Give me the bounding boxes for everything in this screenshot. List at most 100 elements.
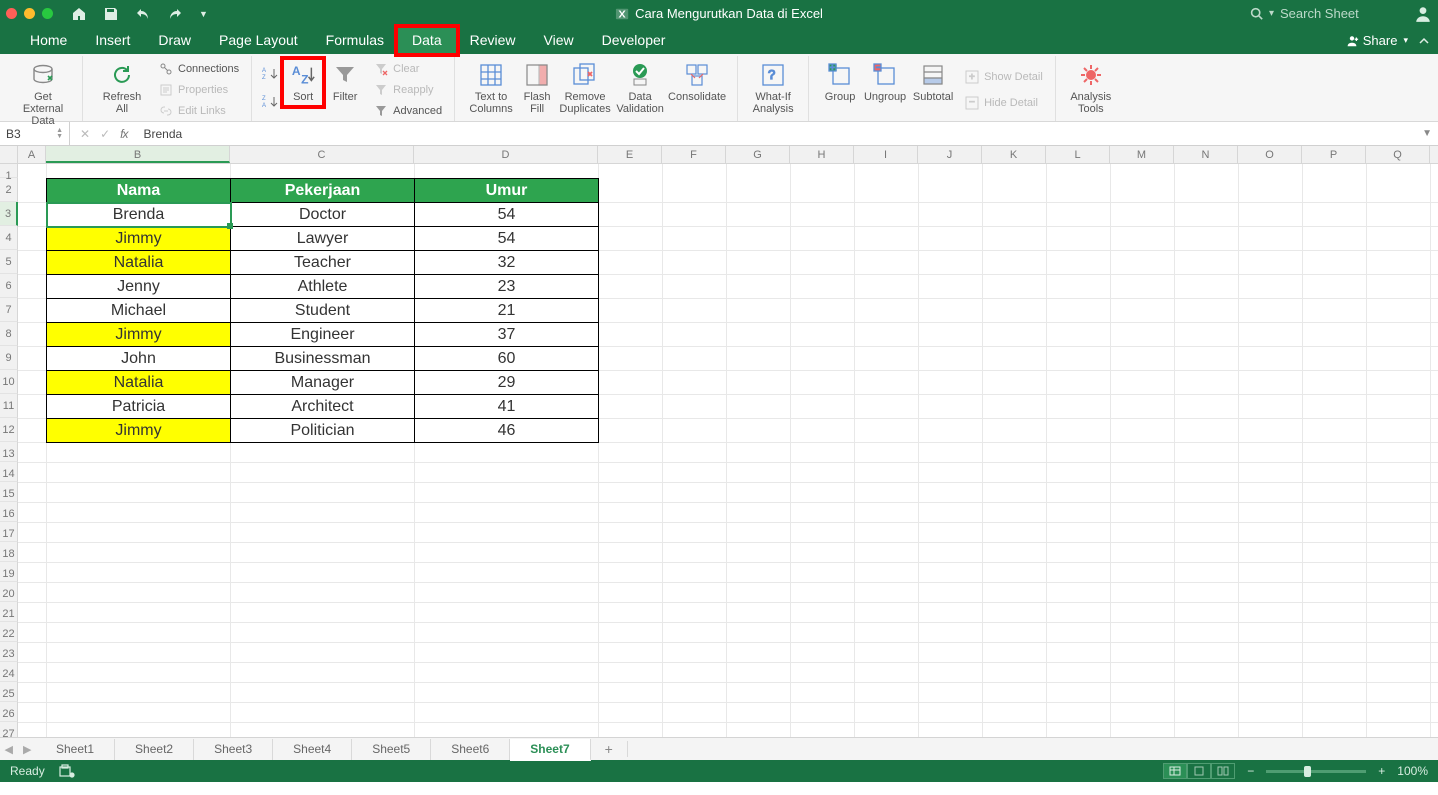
col-header-F[interactable]: F: [662, 146, 726, 163]
row-header-20[interactable]: 20: [0, 582, 18, 602]
flash-fill-button[interactable]: Flash Fill: [517, 60, 557, 115]
col-header-I[interactable]: I: [854, 146, 918, 163]
cell-nama[interactable]: Jimmy: [47, 323, 231, 347]
cell-pekerjaan[interactable]: Athlete: [231, 275, 415, 299]
col-header-Q[interactable]: Q: [1366, 146, 1430, 163]
col-header-E[interactable]: E: [598, 146, 662, 163]
cell-umur[interactable]: 54: [415, 227, 599, 251]
cell-umur[interactable]: 23: [415, 275, 599, 299]
row-header-21[interactable]: 21: [0, 602, 18, 622]
cell-pekerjaan[interactable]: Student: [231, 299, 415, 323]
accept-formula-icon[interactable]: ✓: [100, 127, 110, 141]
remove-duplicates-button[interactable]: Remove Duplicates: [557, 60, 613, 115]
zoom-slider[interactable]: [1266, 770, 1366, 773]
cell-nama[interactable]: Michael: [47, 299, 231, 323]
cell-pekerjaan[interactable]: Teacher: [231, 251, 415, 275]
cell-umur[interactable]: 60: [415, 347, 599, 371]
tab-developer[interactable]: Developer: [588, 28, 680, 53]
select-all-corner[interactable]: [0, 146, 18, 164]
cell-umur[interactable]: 29: [415, 371, 599, 395]
row-header-23[interactable]: 23: [0, 642, 18, 662]
whatif-analysis-button[interactable]: ?What-If Analysis: [748, 60, 798, 115]
tab-insert[interactable]: Insert: [81, 28, 144, 53]
sheet-nav[interactable]: ◀▶: [0, 743, 36, 756]
col-header-C[interactable]: C: [230, 146, 414, 163]
cell-pekerjaan[interactable]: Manager: [231, 371, 415, 395]
cell-pekerjaan[interactable]: Doctor: [231, 203, 415, 227]
zoom-out-button[interactable]: −: [1247, 764, 1254, 778]
tab-view[interactable]: View: [530, 28, 588, 53]
row-header-12[interactable]: 12: [0, 418, 18, 442]
ungroup-button[interactable]: −Ungroup: [861, 60, 909, 103]
get-external-data-button[interactable]: Get External Data: [14, 60, 72, 127]
cell-nama[interactable]: Brenda: [47, 203, 231, 227]
col-header-J[interactable]: J: [918, 146, 982, 163]
advanced-filter-button[interactable]: Advanced: [372, 102, 444, 120]
search-box[interactable]: ▾: [1250, 6, 1400, 21]
cell-nama[interactable]: Jimmy: [47, 227, 231, 251]
minimize-window-icon[interactable]: [24, 8, 35, 19]
sort-desc-button[interactable]: ZA: [262, 94, 280, 110]
search-input[interactable]: [1280, 6, 1400, 21]
close-window-icon[interactable]: [6, 8, 17, 19]
col-header-M[interactable]: M: [1110, 146, 1174, 163]
cell-nama[interactable]: Jenny: [47, 275, 231, 299]
row-header-11[interactable]: 11: [0, 394, 18, 418]
row-header-6[interactable]: 6: [0, 274, 18, 298]
data-validation-button[interactable]: Data Validation: [613, 60, 667, 115]
tab-data[interactable]: Data: [398, 28, 456, 53]
row-header-1[interactable]: 1: [0, 164, 18, 178]
cell-umur[interactable]: 37: [415, 323, 599, 347]
row-header-25[interactable]: 25: [0, 682, 18, 702]
collapse-ribbon-icon[interactable]: [1418, 35, 1430, 47]
tab-page-layout[interactable]: Page Layout: [205, 28, 312, 53]
save-icon[interactable]: [103, 6, 119, 22]
cell-nama[interactable]: Natalia: [47, 251, 231, 275]
expand-formula-bar-icon[interactable]: ▼: [1422, 128, 1438, 139]
zoom-in-button[interactable]: +: [1378, 764, 1385, 778]
zoom-level[interactable]: 100%: [1397, 764, 1428, 778]
tab-home[interactable]: Home: [16, 28, 81, 53]
cell-umur[interactable]: 21: [415, 299, 599, 323]
text-to-columns-button[interactable]: Text to Columns: [465, 60, 517, 115]
sheet-nav-prev-icon[interactable]: ◀: [5, 743, 13, 756]
tab-draw[interactable]: Draw: [144, 28, 205, 53]
col-header-N[interactable]: N: [1174, 146, 1238, 163]
row-header-10[interactable]: 10: [0, 370, 18, 394]
page-break-view-button[interactable]: [1211, 763, 1235, 779]
cell-pekerjaan[interactable]: Lawyer: [231, 227, 415, 251]
row-header-13[interactable]: 13: [0, 442, 18, 462]
tab-formulas[interactable]: Formulas: [312, 28, 398, 53]
sort-button[interactable]: AZ Sort: [284, 60, 322, 105]
filter-button[interactable]: Filter: [326, 60, 364, 103]
fx-icon[interactable]: fx: [120, 127, 127, 141]
home-icon[interactable]: [71, 6, 87, 22]
tab-review[interactable]: Review: [456, 28, 530, 53]
cell-umur[interactable]: 54: [415, 203, 599, 227]
cell-umur[interactable]: 41: [415, 395, 599, 419]
row-header-14[interactable]: 14: [0, 462, 18, 482]
row-header-24[interactable]: 24: [0, 662, 18, 682]
sheet-tab-sheet2[interactable]: Sheet2: [115, 739, 194, 760]
cell-umur[interactable]: 46: [415, 419, 599, 443]
row-header-18[interactable]: 18: [0, 542, 18, 562]
cell-pekerjaan[interactable]: Architect: [231, 395, 415, 419]
col-header-B[interactable]: B: [46, 146, 230, 163]
cell-grid[interactable]: NamaPekerjaanUmurBrendaDoctor54JimmyLawy…: [18, 164, 1438, 737]
table-header[interactable]: Nama: [47, 179, 231, 203]
row-header-17[interactable]: 17: [0, 522, 18, 542]
table-header[interactable]: Pekerjaan: [231, 179, 415, 203]
namebox-stepper-icon[interactable]: ▲▼: [56, 128, 63, 140]
col-header-G[interactable]: G: [726, 146, 790, 163]
sort-asc-button[interactable]: AZ: [262, 66, 280, 82]
sheet-tab-sheet3[interactable]: Sheet3: [194, 739, 273, 760]
col-header-A[interactable]: A: [18, 146, 46, 163]
row-header-5[interactable]: 5: [0, 250, 18, 274]
user-icon[interactable]: [1414, 5, 1432, 23]
row-header-2[interactable]: 2: [0, 178, 18, 202]
col-header-H[interactable]: H: [790, 146, 854, 163]
sheet-tab-sheet7[interactable]: Sheet7: [510, 739, 590, 761]
cell-nama[interactable]: Natalia: [47, 371, 231, 395]
row-header-15[interactable]: 15: [0, 482, 18, 502]
sheet-tab-sheet5[interactable]: Sheet5: [352, 739, 431, 760]
